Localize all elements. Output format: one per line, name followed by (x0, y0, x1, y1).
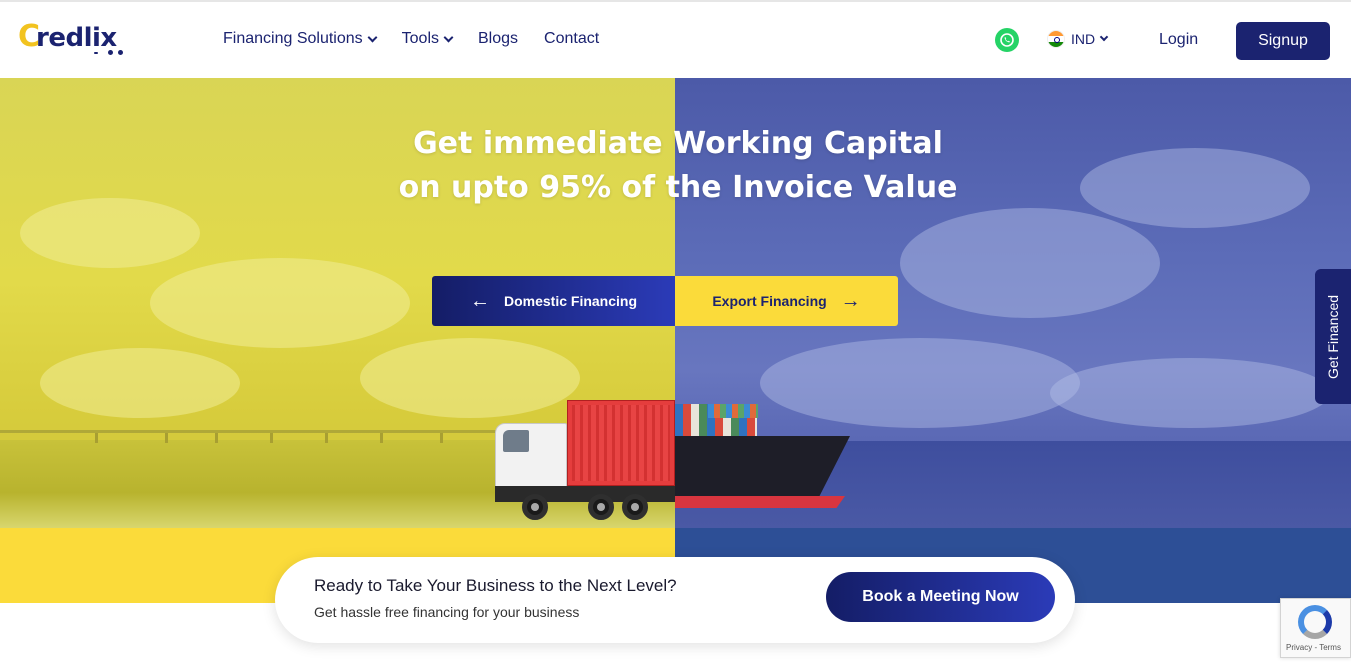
cloud-shape (150, 258, 410, 348)
logo-dots-icon (92, 50, 124, 56)
recaptcha-badge[interactable]: Privacy - Terms (1280, 598, 1351, 658)
get-financed-tab[interactable]: Get Financed (1315, 269, 1351, 404)
site-header: C redlix Financing Solutions Tools Blogs… (0, 2, 1351, 78)
domestic-financing-button[interactable]: ← Domestic Financing (432, 276, 675, 326)
cloud-shape (1050, 358, 1330, 428)
arrow-left-icon: ← (469, 290, 490, 312)
cloud-shape (900, 208, 1160, 318)
chevron-down-icon (443, 32, 454, 42)
cloud-shape (360, 338, 580, 418)
nav-item-label: Blogs (478, 30, 519, 47)
india-flag-icon (1047, 30, 1065, 48)
cloud-shape (760, 338, 1080, 428)
country-code: IND (1071, 31, 1096, 47)
chevron-down-icon (1099, 32, 1109, 42)
country-selector[interactable]: IND (1047, 30, 1109, 48)
hero-title-line-1: Get immediate Working Capital (413, 126, 943, 161)
page: C redlix Financing Solutions Tools Blogs… (0, 0, 1351, 670)
whatsapp-phone-glyph (1000, 33, 1014, 47)
credlix-logo[interactable]: C redlix (18, 22, 123, 56)
cta-title: Ready to Take Your Business to the Next … (314, 576, 677, 595)
login-link[interactable]: Login (1159, 31, 1198, 49)
hero-title-line-2: on upto 95% of the Invoice Value (398, 170, 958, 205)
nav-item-contact[interactable]: Contact (544, 30, 599, 48)
domestic-financing-label: Domestic Financing (503, 293, 638, 309)
nav-item-blogs[interactable]: Blogs (478, 30, 518, 48)
recaptcha-icon (1298, 605, 1332, 639)
arrow-right-icon: → (840, 290, 861, 312)
recaptcha-links[interactable]: Privacy - Terms (1286, 643, 1341, 652)
main-nav: Financing Solutions Tools Blogs Contact (223, 30, 625, 48)
export-financing-label: Export Financing (712, 293, 827, 309)
get-financed-label: Get Financed (1325, 294, 1341, 379)
cloud-shape (1080, 148, 1310, 228)
chevron-down-icon (367, 32, 378, 42)
nav-item-label: Contact (544, 30, 600, 47)
cta-subtitle: Get hassle free financing for your busin… (314, 604, 580, 620)
hero-section: Get immediate Working Capital on upto 95… (0, 78, 1351, 603)
export-financing-button[interactable]: Export Financing → (675, 276, 898, 326)
cloud-shape (20, 198, 200, 268)
nav-item-financing-solutions[interactable]: Financing Solutions (223, 30, 378, 48)
signup-button[interactable]: Signup (1236, 22, 1330, 60)
book-meeting-button[interactable]: Book a Meeting Now (826, 572, 1055, 622)
nav-item-label: Financing Solutions (223, 30, 363, 47)
hero-title: Get immediate Working Capital on upto 95… (330, 122, 1026, 210)
whatsapp-icon[interactable] (995, 28, 1019, 52)
nav-item-tools[interactable]: Tools (401, 30, 454, 48)
cta-card: Ready to Take Your Business to the Next … (275, 557, 1075, 643)
nav-item-label: Tools (401, 30, 439, 47)
cloud-shape (40, 348, 240, 418)
